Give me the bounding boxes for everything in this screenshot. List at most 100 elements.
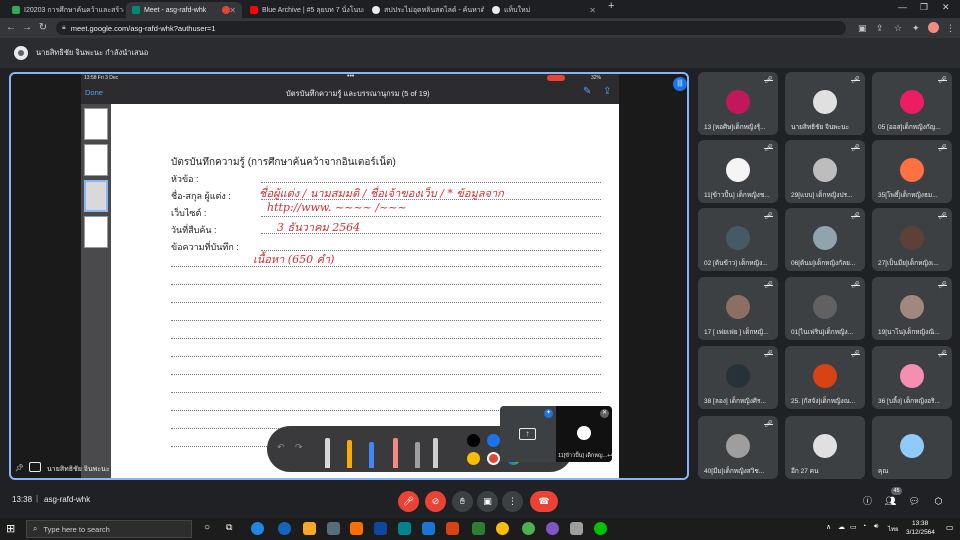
camera-icon[interactable]: ▣ [858, 21, 867, 35]
raise-hand-button[interactable]: ✋︎ [452, 491, 473, 512]
highlighter-tool-icon[interactable] [347, 440, 352, 468]
page-thumbnail-selected[interactable] [84, 180, 108, 212]
file-explorer-icon[interactable] [303, 522, 316, 535]
browser-tab-strip: I20203 การศึกษาค้นคว้าและสร้างองค์ ✕ Mee… [0, 0, 960, 18]
browser-tab-youtube[interactable]: Blue Archive | #5 ลุยบท 7 นั่งโนบะ ✕ [244, 2, 364, 18]
present-now-button[interactable]: ▣ [477, 491, 498, 512]
notifications-icon[interactable]: ▭ [946, 523, 954, 532]
menu-kebab-icon[interactable]: ⋮ [946, 21, 955, 35]
color-red-swatch-selected[interactable] [487, 452, 500, 465]
participant-tile[interactable]: อีก 27 คน [785, 416, 865, 479]
participant-tile[interactable]: 🎤︎ 19[นาโน]เด็กหญิงณิ... [872, 277, 952, 340]
undo-icon[interactable]: ↶ [277, 442, 285, 453]
self-view-popup[interactable]: ↑ ✦ ✕ 11[ข้าวปั้น] เด็กหญ...+43 [500, 406, 612, 462]
app-icon[interactable] [398, 522, 411, 535]
word-icon[interactable] [422, 522, 435, 535]
done-button[interactable]: Done [85, 88, 103, 97]
onedrive-icon[interactable]: ☁︎ [838, 523, 845, 531]
discord-icon[interactable] [546, 522, 559, 535]
color-blue-swatch[interactable] [487, 434, 500, 447]
battery-icon[interactable]: ▭ [850, 523, 857, 531]
close-window-icon[interactable]: ✕ [942, 2, 950, 13]
minimize-icon[interactable]: — [898, 2, 907, 12]
redo-icon[interactable]: ↷ [295, 442, 303, 453]
extensions-icon[interactable]: ✦ [912, 21, 920, 35]
ruler-tool-icon[interactable] [433, 438, 438, 468]
more-options-button[interactable]: ⋮ [502, 491, 523, 512]
powerpoint-icon[interactable] [446, 522, 459, 535]
page-thumbnail[interactable] [84, 144, 108, 176]
lasso-tool-icon[interactable] [415, 442, 420, 468]
edge-icon[interactable] [251, 522, 264, 535]
participant-tile[interactable]: 🎤︎ 05 [ออส]เด็กหญิงกัญ... [872, 72, 952, 135]
taskbar-clock[interactable]: 13:38 [912, 520, 928, 527]
browser-icon[interactable] [278, 522, 291, 535]
participant-tile[interactable]: 🎤︎ 02 [ต้นข้าว] เด็กหญิง... [698, 208, 778, 271]
bookmark-star-icon[interactable]: ☆ [894, 21, 902, 35]
back-icon[interactable]: ← [4, 21, 18, 35]
app-icon[interactable] [570, 522, 583, 535]
meeting-details-button[interactable]: ⓘ [857, 491, 878, 512]
restore-icon[interactable]: ❐ [920, 2, 928, 13]
participant-tile[interactable]: 🎤︎ 01[ไนเฟริน]เด็กหญิง... [785, 277, 865, 340]
chat-button[interactable]: 💬︎ [904, 491, 925, 512]
mic-toggle-button[interactable]: 🎤︎ [398, 491, 419, 512]
page-thumbnail[interactable] [84, 108, 108, 140]
language-indicator[interactable]: ไทย [888, 524, 899, 534]
participant-tile[interactable]: 🎤︎ 13 [หอศิษ]เด็กหญิงรุ้... [698, 72, 778, 135]
avatar [900, 295, 924, 319]
page-thumbnail[interactable] [84, 216, 108, 248]
pencil-tool-icon[interactable] [369, 442, 374, 468]
task-view-icon[interactable]: ⧉ [226, 522, 232, 533]
participant-tile[interactable]: 🎤︎ 40[มีม]เด็กหญิงสวิช... [698, 416, 778, 479]
pin-icon[interactable]: ✦ [544, 409, 553, 418]
cortana-icon[interactable]: ○ [204, 522, 210, 533]
network-icon[interactable]: ◔ [862, 523, 866, 530]
participant-tile[interactable]: 🎤︎ 25. [กัสจัง]เด็กหญิงณ... [785, 346, 865, 409]
taskbar-search-box[interactable]: ⌕ Type here to search [26, 520, 192, 538]
photoshop-icon[interactable] [374, 522, 387, 535]
volume-icon[interactable]: 🔊︎ [874, 523, 878, 531]
mic-off-icon: 🎤︎ [764, 213, 773, 220]
participant-tile[interactable]: 🎤︎ 35[โพธิ์]เด็กหญิงธม... [872, 140, 952, 203]
camera-toggle-button[interactable]: ⊘ [425, 491, 446, 512]
tray-chevron-icon[interactable]: ∧ [826, 523, 831, 531]
browser-tab-search[interactable]: สปประไม่อุดหลินสตไลด์ - ค้นหาด้วย Go ✕ [366, 2, 484, 18]
participant-tile[interactable]: 🎤︎ 29[แบบ] เด็กหญิงปร... [785, 140, 865, 203]
participant-tile[interactable]: 🎤︎ 11[ข้าวปั้น] เด็กหญิงช... [698, 140, 778, 203]
participant-tile[interactable]: 🎤︎ 17 [ เพ่ยเฟย ] เด็กหญิ... [698, 277, 778, 340]
color-black-swatch[interactable] [467, 434, 480, 447]
profile-avatar[interactable] [928, 22, 939, 33]
share-icon[interactable]: ⇪ [876, 21, 884, 35]
taskbar-date[interactable]: 3/12/2564 [906, 529, 935, 536]
store-icon[interactable] [327, 522, 340, 535]
app-icon[interactable] [522, 522, 535, 535]
windows-start-icon[interactable]: ⊞ [6, 522, 15, 535]
participant-tile[interactable]: 🎤︎ 36 [บลิ้ง] เด็กหญิงอริ... [872, 346, 952, 409]
participant-tile[interactable]: คุณ [872, 416, 952, 479]
eraser-tool-icon[interactable] [393, 438, 398, 468]
participant-tile[interactable]: 🎤︎ 27[เป็นมีย]เด็กหญิงเ... [872, 208, 952, 271]
address-bar[interactable]: 🔒︎ meet.google.com/asg-rafd-whk?authuser… [56, 21, 846, 35]
chrome-icon[interactable] [496, 522, 509, 535]
line-icon[interactable] [594, 522, 607, 535]
new-tab-button[interactable]: + [608, 0, 614, 12]
participant-tile[interactable]: 🎤︎ 06[ต้นม]เด็กหญิงกัลย... [785, 208, 865, 271]
activities-button[interactable]: ⬡ [928, 491, 949, 512]
share-icon[interactable]: ⇪ [603, 86, 611, 97]
excel-icon[interactable] [472, 522, 485, 535]
leave-call-button[interactable]: ☎︎ [530, 491, 558, 512]
reload-icon[interactable]: ↻ [36, 21, 50, 35]
forward-icon[interactable]: → [20, 21, 34, 35]
participant-tile[interactable]: 🎤︎ นายสิทธิชัย จินพะนะ [785, 72, 865, 135]
tab-close-icon[interactable]: ✕ [589, 6, 596, 15]
browser-tab-recording[interactable] [216, 2, 242, 18]
color-yellow-swatch[interactable] [467, 452, 480, 465]
participant-tile[interactable]: 🎤︎ 38 [ลอง] เด็กหญิงศิร... [698, 346, 778, 409]
pin-icon[interactable]: 📌︎ [15, 464, 24, 472]
browser-tab-new[interactable]: แท็บใหม่ ✕ [486, 2, 602, 18]
pen-mode-icon[interactable]: ✎ [583, 86, 591, 97]
illustrator-icon[interactable] [350, 522, 363, 535]
pen-tool-icon[interactable] [325, 438, 330, 468]
browser-tab[interactable]: I20203 การศึกษาค้นคว้าและสร้างองค์ ✕ [6, 2, 124, 18]
